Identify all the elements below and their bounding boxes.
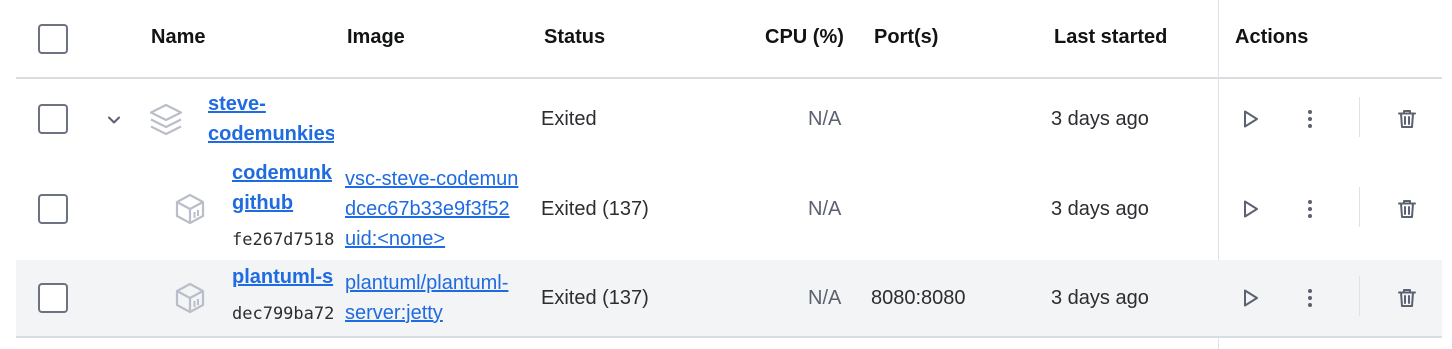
image-link-line3[interactable]: uid:<none> xyxy=(345,228,529,251)
trash-icon xyxy=(1398,289,1416,307)
trash-icon xyxy=(1398,110,1416,128)
column-header-last-started[interactable]: Last started xyxy=(1054,26,1167,49)
container-name-line2[interactable]: github xyxy=(232,192,334,215)
column-header-ports[interactable]: Port(s) xyxy=(874,26,938,49)
row-hover-background xyxy=(16,260,1442,336)
column-header-actions: Actions xyxy=(1235,26,1309,48)
play-icon xyxy=(1244,289,1258,307)
start-button[interactable] xyxy=(1232,101,1268,137)
cpu-value: N/A xyxy=(808,198,842,220)
header-divider xyxy=(16,77,1442,79)
row-checkbox[interactable] xyxy=(38,194,68,224)
container-group-name-line1[interactable]: steve- xyxy=(208,93,334,116)
stack-layers-icon xyxy=(146,100,186,140)
trash-icon xyxy=(1398,200,1416,218)
play-icon xyxy=(1244,200,1258,218)
delete-button[interactable] xyxy=(1389,191,1425,227)
container-group-name-line2[interactable]: codemunkies xyxy=(208,123,334,146)
last-started-value: 3 days ago xyxy=(1051,287,1149,309)
cpu-value: N/A xyxy=(808,108,842,130)
action-separator xyxy=(1359,187,1360,227)
start-button[interactable] xyxy=(1232,280,1268,316)
row-checkbox[interactable] xyxy=(38,283,68,313)
column-header-status[interactable]: Status xyxy=(544,26,605,49)
cpu-value: N/A xyxy=(808,287,842,309)
image-link-line1[interactable]: vsc-steve-codemun xyxy=(345,168,529,191)
image-link-line2[interactable]: server:jetty xyxy=(345,302,529,325)
action-separator xyxy=(1359,97,1360,137)
container-id: fe267d7518 xyxy=(232,230,334,250)
image-link-line2[interactable]: dcec67b33e9f3f52 xyxy=(345,198,529,221)
container-name-line1[interactable]: plantuml-s xyxy=(232,266,334,289)
more-vertical-icon xyxy=(1308,110,1312,128)
column-header-image[interactable]: Image xyxy=(347,26,405,49)
container-cube-icon xyxy=(172,191,208,227)
select-all-checkbox[interactable] xyxy=(38,24,68,54)
last-started-value: 3 days ago xyxy=(1051,108,1149,130)
column-header-name[interactable]: Name xyxy=(151,26,205,49)
column-header-cpu[interactable]: CPU (%) xyxy=(765,26,844,49)
container-cube-icon xyxy=(172,280,208,316)
image-link-line1[interactable]: plantuml/plantuml- xyxy=(345,272,529,295)
last-started-value: 3 days ago xyxy=(1051,198,1149,220)
bottom-divider xyxy=(16,336,1442,338)
row-checkbox[interactable] xyxy=(38,104,68,134)
start-button[interactable] xyxy=(1232,191,1268,227)
ports-value: 8080:8080 xyxy=(871,287,966,309)
more-options-button[interactable] xyxy=(1292,280,1328,316)
more-vertical-icon xyxy=(1308,289,1312,307)
more-options-button[interactable] xyxy=(1292,101,1328,137)
more-options-button[interactable] xyxy=(1292,191,1328,227)
container-id: dec799ba72 xyxy=(232,304,334,324)
container-name-line1[interactable]: codemunk xyxy=(232,162,334,185)
play-icon xyxy=(1244,110,1258,128)
chevron-down-icon[interactable] xyxy=(102,108,126,132)
action-separator xyxy=(1359,276,1360,316)
delete-button[interactable] xyxy=(1389,101,1425,137)
status-text: Exited (137) xyxy=(541,287,649,309)
status-text: Exited (137) xyxy=(541,198,649,220)
more-vertical-icon xyxy=(1308,200,1312,218)
delete-button[interactable] xyxy=(1389,280,1425,316)
status-text: Exited xyxy=(541,108,597,130)
